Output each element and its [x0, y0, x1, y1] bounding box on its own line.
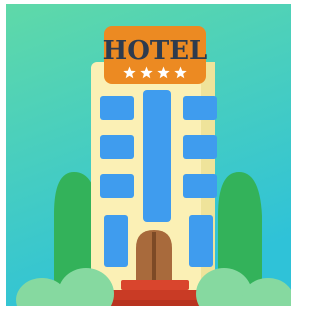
window-icon	[100, 135, 134, 159]
window-icon	[183, 135, 217, 159]
window-icon	[104, 215, 128, 267]
screenshot-frame: HOTEL	[0, 0, 297, 313]
door-divider	[152, 232, 156, 280]
window-icon	[183, 174, 217, 198]
window-icon	[100, 96, 134, 120]
window-icon	[100, 174, 134, 198]
window-icon	[183, 96, 217, 120]
entrance-step	[121, 280, 189, 290]
entrance-step	[102, 300, 208, 306]
window-icon	[189, 215, 213, 267]
center-window-icon	[143, 90, 171, 222]
hotel-sign-label: HOTEL	[103, 36, 208, 66]
hotel-illustration: HOTEL	[6, 4, 291, 306]
entrance-step	[109, 290, 201, 300]
hotel-app-icon[interactable]: HOTEL	[6, 4, 291, 306]
